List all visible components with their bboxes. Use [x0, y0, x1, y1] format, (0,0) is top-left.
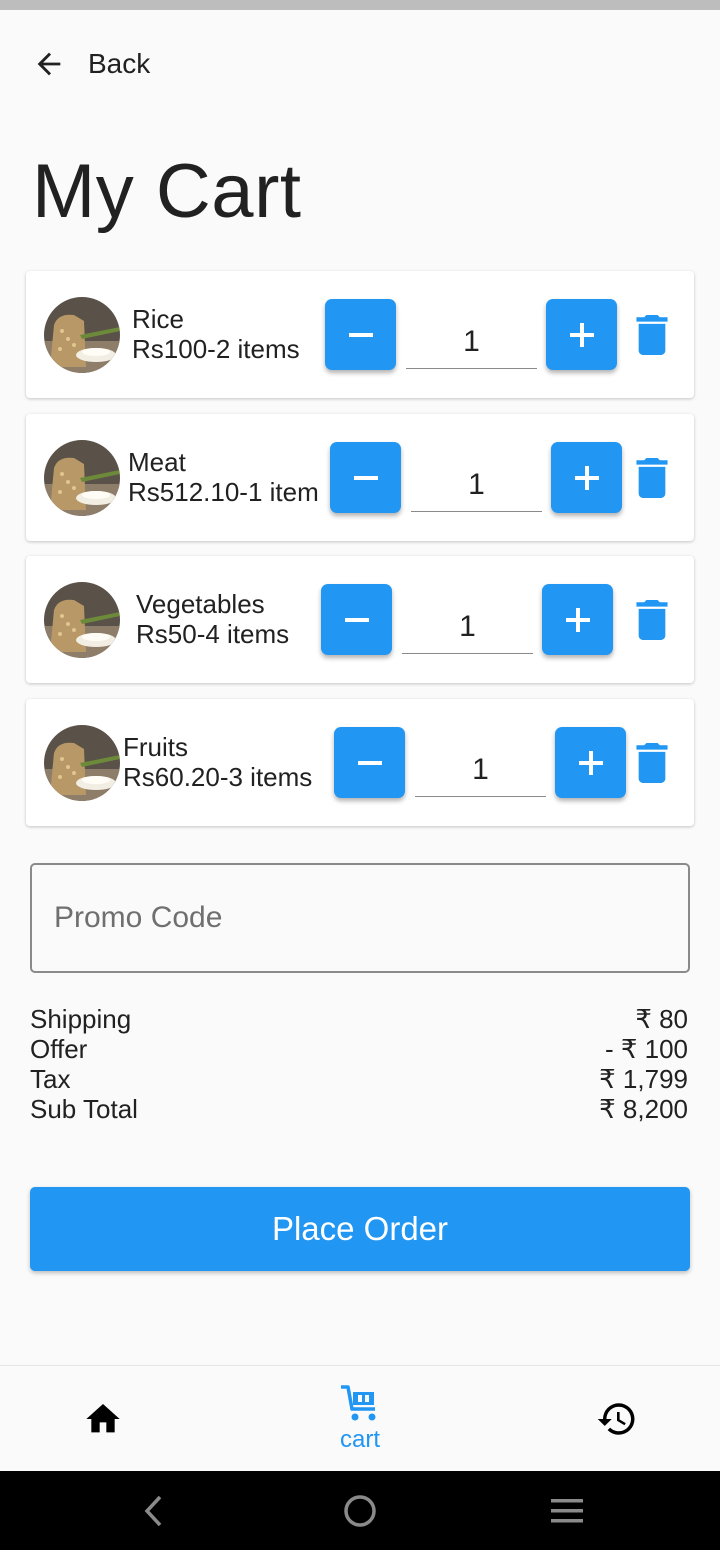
summary-label: Tax — [30, 1064, 71, 1094]
summary-value: ₹ 80 — [635, 1004, 688, 1034]
quantity-field[interactable] — [402, 600, 533, 654]
summary-row-tax: Tax ₹ 1,799 — [30, 1064, 688, 1094]
item-name: Meat — [128, 447, 186, 477]
minus-icon — [353, 475, 378, 480]
history-icon — [597, 1403, 635, 1435]
quantity-field[interactable] — [406, 315, 537, 369]
minus-icon — [357, 760, 382, 765]
bottom-navigation: cart — [0, 1365, 720, 1471]
plus-icon — [574, 465, 599, 490]
product-image — [44, 440, 120, 516]
item-detail: Rs50-4 items — [136, 619, 290, 649]
item-info: Fruits Rs60.20-3 items — [123, 732, 312, 792]
plus-icon — [569, 322, 594, 347]
item-name: Fruits — [123, 732, 188, 762]
decrease-quantity-button[interactable] — [321, 584, 392, 655]
minus-icon — [348, 332, 373, 337]
item-detail: Rs100-2 items — [132, 334, 300, 364]
item-name: Vegetables — [136, 589, 265, 619]
delete-item-button[interactable] — [636, 315, 668, 355]
item-name: Rice — [132, 304, 185, 334]
summary-row-subtotal: Sub Total ₹ 8,200 — [30, 1094, 688, 1124]
cart-item: Vegetables Rs50-4 items — [26, 556, 694, 683]
arrow-left-icon — [37, 52, 61, 76]
nav-cart-label: cart — [339, 1426, 380, 1453]
menu-lines-icon — [551, 1499, 583, 1523]
minus-icon — [344, 617, 369, 622]
order-summary: Shipping ₹ 80 Offer - ₹ 100 Tax ₹ 1,799 … — [30, 1004, 688, 1124]
place-order-button[interactable]: Place Order — [30, 1187, 690, 1271]
quantity-field[interactable] — [415, 743, 546, 797]
cart-item: Fruits Rs60.20-3 items — [26, 699, 694, 826]
trash-icon — [636, 458, 668, 498]
plus-icon — [565, 607, 590, 632]
decrease-quantity-button[interactable] — [325, 299, 396, 370]
increase-quantity-button[interactable] — [551, 442, 622, 513]
quantity-field[interactable] — [411, 458, 542, 512]
summary-label: Offer — [30, 1034, 88, 1064]
product-image — [44, 297, 120, 373]
increase-quantity-button[interactable] — [542, 584, 613, 655]
status-strip — [0, 0, 720, 10]
summary-row-offer: Offer - ₹ 100 — [30, 1034, 688, 1064]
chevron-left-icon — [144, 1495, 162, 1527]
summary-value: ₹ 8,200 — [599, 1094, 688, 1124]
delete-item-button[interactable] — [636, 743, 668, 783]
summary-row-shipping: Shipping ₹ 80 — [30, 1004, 688, 1034]
trash-icon — [636, 315, 668, 355]
system-recents-button[interactable] — [545, 1489, 589, 1533]
item-detail: Rs512.10-1 item — [128, 477, 319, 507]
item-info: Vegetables Rs50-4 items — [136, 589, 289, 649]
cart-item: Meat Rs512.10-1 item — [26, 414, 694, 541]
shopping-cart-icon — [341, 1385, 376, 1421]
decrease-quantity-button[interactable] — [334, 727, 405, 798]
trash-icon — [636, 743, 668, 783]
increase-quantity-button[interactable] — [546, 299, 617, 370]
summary-label: Sub Total — [30, 1094, 138, 1124]
system-home-button[interactable] — [338, 1489, 382, 1533]
summary-label: Shipping — [30, 1004, 132, 1034]
item-info: Rice Rs100-2 items — [132, 304, 300, 364]
summary-value: - ₹ 100 — [604, 1034, 688, 1064]
decrease-quantity-button[interactable] — [330, 442, 401, 513]
home-icon — [86, 1404, 120, 1433]
circle-home-icon — [344, 1495, 376, 1527]
nav-cart[interactable]: cart — [320, 1366, 400, 1472]
delete-item-button[interactable] — [636, 600, 668, 640]
page-title: My Cart — [32, 149, 302, 234]
product-image — [44, 725, 120, 801]
item-detail: Rs60.20-3 items — [123, 762, 313, 792]
promo-code-input[interactable] — [30, 863, 690, 973]
increase-quantity-button[interactable] — [555, 727, 626, 798]
system-navigation-bar — [0, 1471, 720, 1550]
delete-item-button[interactable] — [636, 458, 668, 498]
plus-icon — [578, 750, 603, 775]
trash-icon — [636, 600, 668, 640]
item-info: Meat Rs512.10-1 item — [128, 447, 319, 507]
nav-history[interactable] — [577, 1366, 657, 1472]
back-button[interactable]: Back — [32, 42, 150, 86]
nav-home[interactable] — [63, 1366, 143, 1472]
system-back-button[interactable] — [132, 1489, 176, 1533]
summary-value: ₹ 1,799 — [599, 1064, 688, 1094]
product-image — [44, 582, 120, 658]
cart-item: Rice Rs100-2 items — [26, 271, 694, 398]
back-label: Back — [88, 48, 151, 79]
